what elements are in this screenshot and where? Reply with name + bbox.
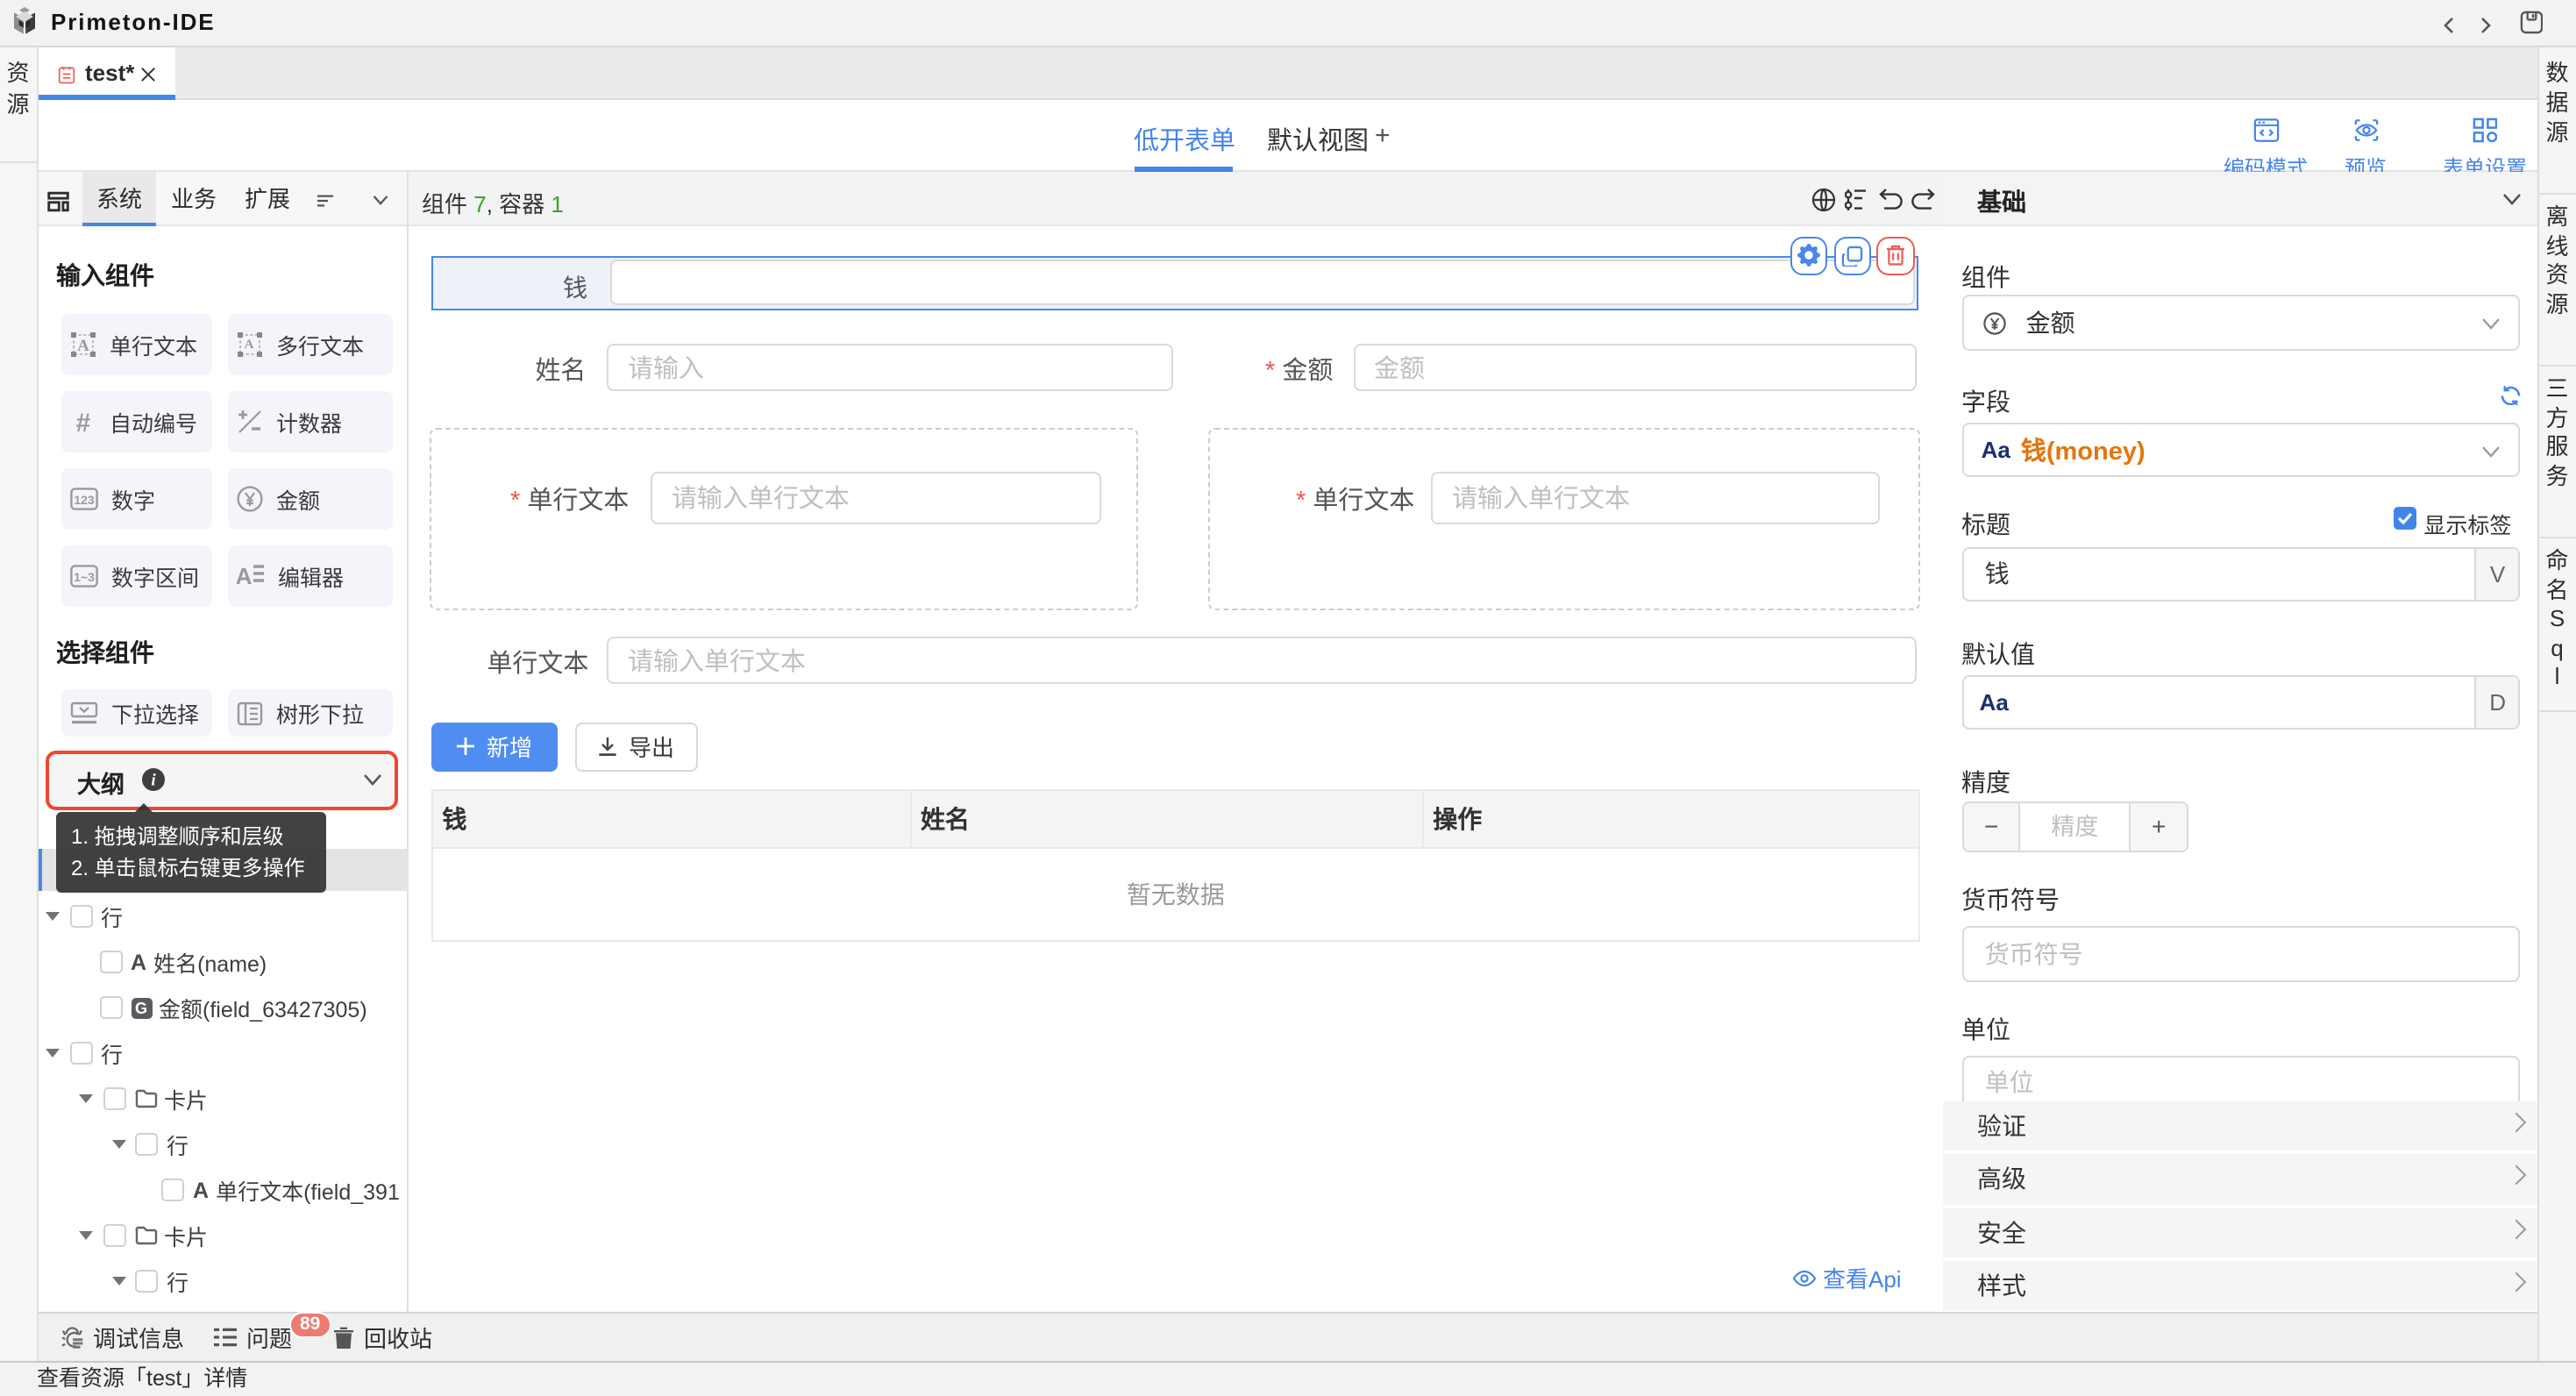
svg-text:123: 123 — [73, 492, 94, 506]
svg-text:A: A — [244, 337, 253, 351]
svg-text:1~3: 1~3 — [73, 569, 94, 583]
svg-text:i: i — [151, 772, 156, 790]
svg-text:A: A — [236, 563, 252, 588]
svg-text:#: # — [75, 408, 90, 434]
svg-text:A: A — [76, 336, 89, 354]
